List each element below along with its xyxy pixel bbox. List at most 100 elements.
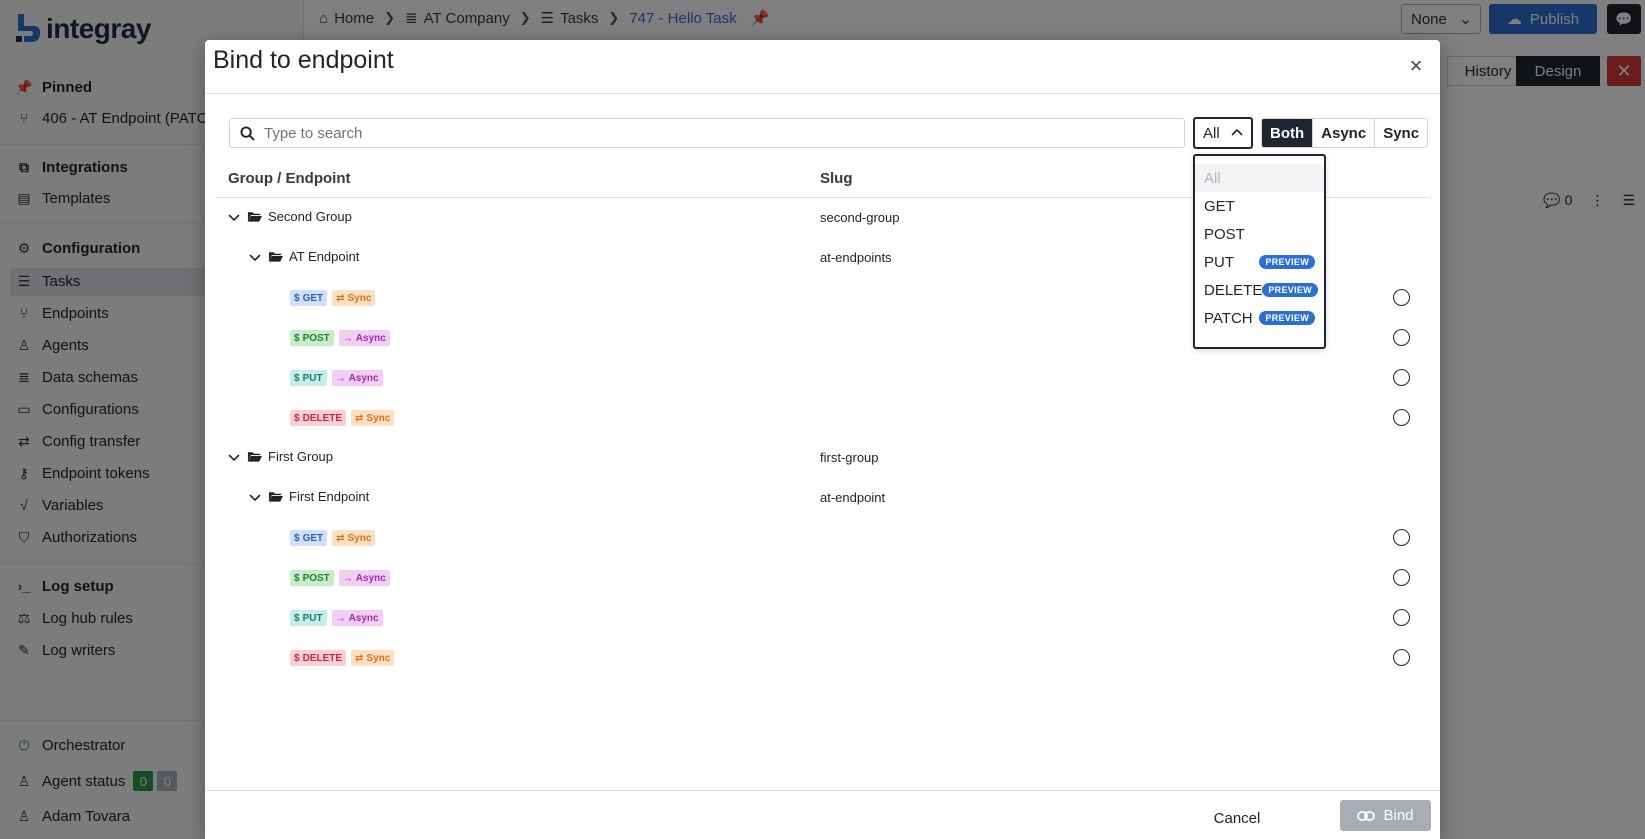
method-tags: $ POST → Async xyxy=(290,570,390,586)
mode-label: Sync xyxy=(347,532,372,544)
chevron-down-icon[interactable] xyxy=(248,490,262,504)
arrow-right-icon: → xyxy=(335,612,346,624)
bind-label: Bind xyxy=(1383,807,1414,824)
mode-toggle: Both Async Sync xyxy=(1261,118,1429,148)
method-put-badge: $ PUT xyxy=(290,370,327,386)
method-delete-badge: $ DELETE xyxy=(290,650,347,666)
endpoint-name: AT Endpoint xyxy=(289,249,360,264)
preview-badge: PREVIEW xyxy=(1259,311,1315,325)
mode-async-button[interactable]: Async xyxy=(1312,119,1375,147)
method-label: PUT xyxy=(302,612,323,624)
method-tags: $ POST → Async xyxy=(290,330,390,346)
cancel-button[interactable]: Cancel xyxy=(1207,803,1267,833)
mode-label: Sync xyxy=(366,652,391,664)
sync-icon: ⇄ xyxy=(355,652,364,664)
method-filter-select[interactable]: All xyxy=(1193,117,1253,149)
method-label: DELETE xyxy=(302,652,343,664)
option-label: PATCH xyxy=(1204,309,1253,327)
method-put-badge: $ PUT xyxy=(290,610,327,626)
mode-label: Async xyxy=(348,372,379,384)
arrow-right-icon: → xyxy=(342,332,353,344)
method-post-badge: $ POST xyxy=(290,570,334,586)
modal-title: Bind to endpoint xyxy=(213,46,394,74)
arrow-right-icon: → xyxy=(335,372,346,384)
method-row[interactable]: $ POST → Async xyxy=(215,558,1430,598)
method-tags: $ PUT → Async xyxy=(290,610,383,626)
method-filter-dropdown: All GET POST PUT PREVIEW DELETE PREVIEW … xyxy=(1193,154,1326,349)
modal-footer: Cancel Bind xyxy=(205,790,1440,839)
mode-label: Async xyxy=(355,332,386,344)
select-radio[interactable] xyxy=(1393,609,1410,626)
sync-icon: ⇄ xyxy=(336,532,345,544)
endpoint-name: First Endpoint xyxy=(289,489,370,504)
select-radio[interactable] xyxy=(1393,569,1410,586)
endpoint-row[interactable]: First Endpoint at-endpoint xyxy=(215,478,1430,518)
group-name: First Group xyxy=(268,449,334,464)
column-header-slug: Slug xyxy=(820,170,853,187)
group-name-cell: Second Group xyxy=(227,209,352,224)
dropdown-option-patch[interactable]: PATCH PREVIEW xyxy=(1195,304,1324,332)
search-input[interactable] xyxy=(264,124,1184,142)
dropdown-option-put[interactable]: PUT PREVIEW xyxy=(1195,248,1324,276)
option-label: PUT xyxy=(1204,253,1234,271)
modal-header: Bind to endpoint × xyxy=(205,40,1440,94)
preview-badge: PREVIEW xyxy=(1262,283,1318,297)
method-row[interactable]: $ GET ⇄ Sync xyxy=(215,518,1430,558)
method-row[interactable]: $ PUT → Async xyxy=(215,358,1430,398)
method-label: PUT xyxy=(302,372,323,384)
chevron-down-icon[interactable] xyxy=(227,450,241,464)
mode-sync-button[interactable]: Sync xyxy=(1374,119,1428,147)
preview-badge: PREVIEW xyxy=(1259,255,1315,269)
method-row[interactable]: $ PUT → Async xyxy=(215,598,1430,638)
select-radio[interactable] xyxy=(1393,369,1410,386)
close-icon[interactable]: × xyxy=(1406,55,1426,77)
arrow-right-icon: → xyxy=(342,572,353,584)
group-name: Second Group xyxy=(268,209,352,224)
mode-async-badge: → Async xyxy=(331,370,383,386)
endpoint-slug: at-endpoints xyxy=(820,250,892,265)
dropdown-option-delete[interactable]: DELETE PREVIEW xyxy=(1195,276,1324,304)
option-label: POST xyxy=(1204,225,1245,243)
select-radio[interactable] xyxy=(1393,529,1410,546)
select-radio[interactable] xyxy=(1393,329,1410,346)
method-label: DELETE xyxy=(302,412,343,424)
mode-sync-badge: ⇄ Sync xyxy=(351,650,395,666)
method-post-badge: $ POST xyxy=(290,330,334,346)
sync-icon: ⇄ xyxy=(355,412,364,424)
chevron-up-icon xyxy=(1231,128,1243,136)
dropdown-option-get[interactable]: GET xyxy=(1195,192,1324,220)
dropdown-option-post[interactable]: POST xyxy=(1195,220,1324,248)
mode-sync-badge: ⇄ Sync xyxy=(351,410,395,426)
mode-async-badge: → Async xyxy=(338,330,390,346)
mode-label: Sync xyxy=(347,292,372,304)
group-slug: second-group xyxy=(820,210,900,225)
endpoint-name-cell: AT Endpoint xyxy=(248,249,359,264)
dropdown-option-all[interactable]: All xyxy=(1195,164,1324,192)
mode-sync-badge: ⇄ Sync xyxy=(332,530,376,546)
option-label: DELETE xyxy=(1204,281,1263,299)
folder-open-icon xyxy=(268,252,283,262)
mode-label: Async xyxy=(355,572,386,584)
method-tags: $ GET ⇄ Sync xyxy=(290,290,376,306)
method-get-badge: $ GET xyxy=(290,290,328,306)
group-row[interactable]: First Group first-group xyxy=(215,438,1430,478)
bind-endpoint-modal: Bind to endpoint × All Both Async Sync G… xyxy=(205,40,1440,839)
method-get-badge: $ GET xyxy=(290,530,328,546)
search-icon xyxy=(230,125,264,141)
mode-label: Async xyxy=(348,612,379,624)
chevron-down-icon[interactable] xyxy=(248,250,262,264)
method-row[interactable]: $ DELETE ⇄ Sync xyxy=(215,638,1430,678)
group-slug: first-group xyxy=(820,450,879,465)
mode-both-button[interactable]: Both xyxy=(1262,119,1313,147)
method-tags: $ DELETE ⇄ Sync xyxy=(290,410,395,426)
endpoint-name-cell: First Endpoint xyxy=(248,489,369,504)
select-radio[interactable] xyxy=(1393,409,1410,426)
chevron-down-icon[interactable] xyxy=(227,210,241,224)
bind-button[interactable]: Bind xyxy=(1340,800,1431,831)
search-field[interactable] xyxy=(229,118,1185,148)
method-row[interactable]: $ DELETE ⇄ Sync xyxy=(215,398,1430,438)
select-radio[interactable] xyxy=(1393,649,1410,666)
method-label: GET xyxy=(302,532,324,544)
select-radio[interactable] xyxy=(1393,289,1410,306)
method-tags: $ PUT → Async xyxy=(290,370,383,386)
